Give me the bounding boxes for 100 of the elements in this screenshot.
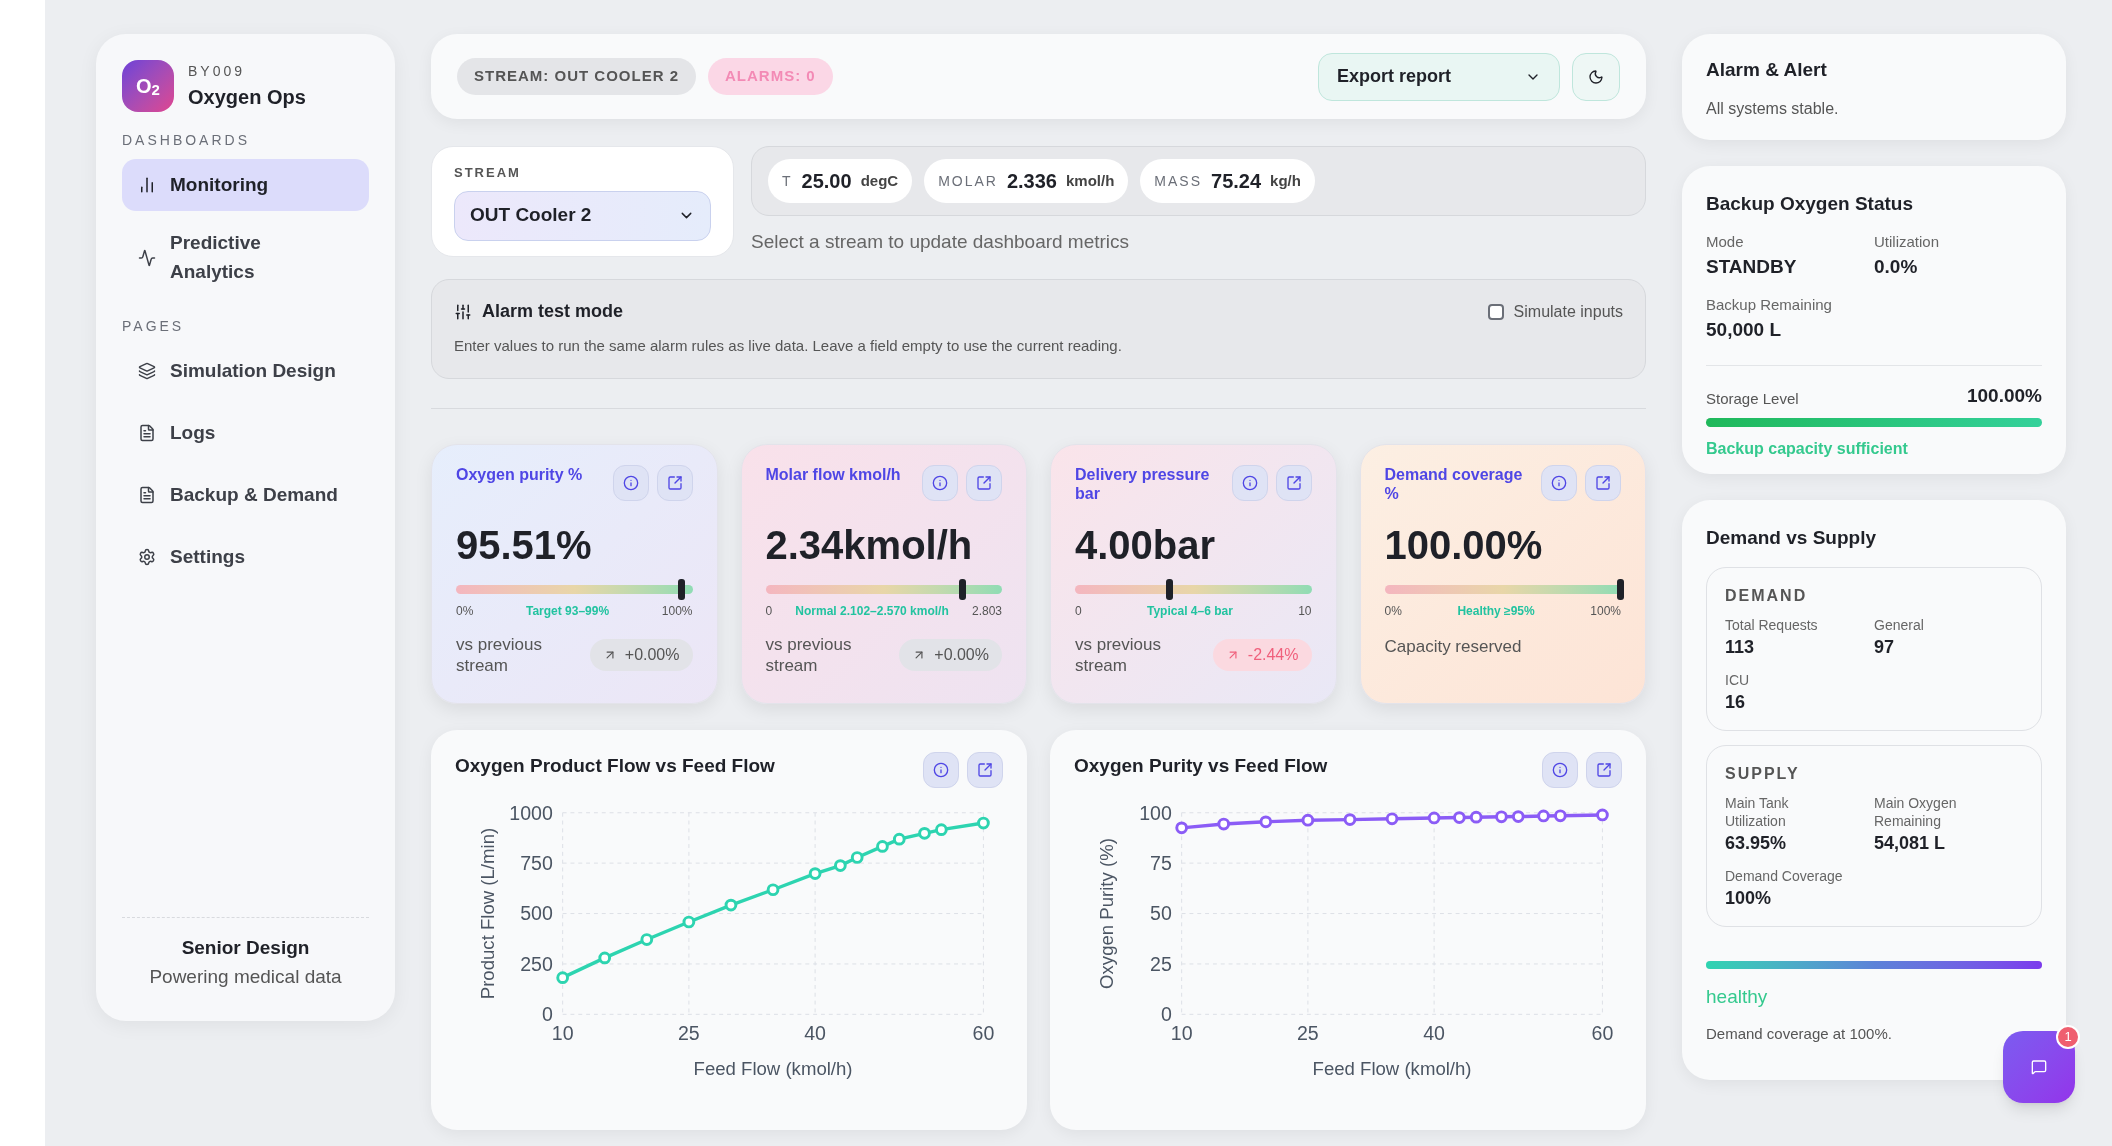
- section-title: DASHBOARDS: [122, 131, 252, 150]
- stream-select[interactable]: OUT Cooler 2: [454, 190, 711, 241]
- info-icon: [1551, 475, 1567, 491]
- backup-title: Backup Oxygen Status: [1706, 192, 1914, 216]
- info-button[interactable]: [923, 752, 959, 788]
- field-label: Demand Coverage: [1725, 866, 1844, 885]
- field-label: Total Requests: [1725, 615, 1819, 634]
- brand-code: BY009: [188, 61, 247, 81]
- x-axis-label: Feed Flow (kmol/h): [693, 1058, 853, 1079]
- slider-thumb[interactable]: [958, 579, 966, 600]
- metric-value: 100.00%: [1384, 522, 1544, 569]
- backup-status: Backup capacity sufficient: [1706, 439, 1909, 459]
- nav-item[interactable]: Settings: [122, 531, 369, 583]
- scale-max: 2.803: [971, 603, 1002, 620]
- data-point: [808, 867, 822, 880]
- nav-item[interactable]: Monitoring: [122, 159, 369, 211]
- coverage-status: healthy: [1706, 984, 1769, 1009]
- data-point: [682, 915, 696, 929]
- y-tick-label: 0: [1160, 1003, 1172, 1026]
- scale-max: 100%: [661, 603, 693, 620]
- open-external-button[interactable]: [967, 752, 1003, 788]
- pulse-icon: [138, 248, 156, 267]
- data-point: [892, 832, 906, 846]
- readings-hint: Select a stream to update dashboard metrics: [751, 230, 1131, 254]
- slider-thumb[interactable]: [1617, 579, 1624, 600]
- data-point: [1537, 809, 1550, 823]
- sliders-icon: [454, 302, 472, 321]
- y-tick-label: 75: [1150, 852, 1172, 874]
- info-icon: [1241, 475, 1258, 491]
- metric-value: 2.34kmol/h: [765, 522, 974, 569]
- reading-unit: kg/h: [1270, 170, 1301, 191]
- reading-value: 75.24: [1211, 169, 1262, 194]
- info-button[interactable]: [612, 465, 649, 501]
- field-label: Main Oxygen Remaining: [1874, 793, 1958, 830]
- alarm-message: All systems stable.: [1706, 98, 1840, 119]
- info-icon: [1552, 762, 1568, 778]
- field-label: Backup Remaining: [1706, 294, 1833, 315]
- y-tick-label: 50: [1150, 902, 1172, 925]
- comparison-label: vs previous stream: [765, 634, 853, 676]
- footer-title: Senior Design: [181, 936, 310, 960]
- reading-value: 25.00: [801, 169, 852, 194]
- field-value: 63.95%: [1725, 831, 1788, 855]
- field-label: Utilization: [1874, 231, 1941, 252]
- data-point: [1385, 812, 1399, 826]
- logo: O$_{2}$: [122, 60, 174, 112]
- x-tick-label: 10: [551, 1021, 574, 1044]
- field-value: 54,081 L: [1874, 831, 1947, 855]
- brand-name: Oxygen Ops: [188, 84, 306, 110]
- info-button[interactable]: [1542, 752, 1578, 788]
- nav-item[interactable]: Simulation Design: [122, 345, 369, 397]
- open-external-button[interactable]: [1585, 465, 1621, 501]
- data-point: [1453, 811, 1466, 824]
- info-button[interactable]: [1541, 465, 1577, 501]
- open-external-button[interactable]: [1275, 465, 1312, 501]
- data-point: [724, 898, 738, 912]
- chat-button[interactable]: [2003, 1031, 2075, 1103]
- alarms-chip: ALARMS: 0: [708, 58, 833, 95]
- metric-note: Capacity reserved: [1384, 636, 1523, 658]
- metric-title: Demand coverage %: [1384, 465, 1524, 503]
- layers-icon: [138, 362, 156, 380]
- nav-item[interactable]: Logs: [122, 407, 369, 459]
- field-value: 50,000 L: [1706, 318, 1782, 342]
- footer-subtitle: Powering medical data: [149, 964, 342, 989]
- x-tick-label: 25: [1297, 1021, 1319, 1044]
- metric-value: 95.51%: [456, 522, 593, 569]
- field-label: General: [1874, 615, 1925, 634]
- storage-label: Storage Level: [1706, 388, 1799, 409]
- data-point: [556, 971, 569, 984]
- theme-toggle-button[interactable]: [1572, 52, 1620, 101]
- nav-item[interactable]: Predictive Analytics: [122, 221, 369, 294]
- open-external-button[interactable]: [966, 465, 1002, 501]
- data-point: [1217, 817, 1231, 831]
- data-point: [850, 851, 864, 864]
- metric-value: 4.00bar: [1075, 522, 1217, 569]
- y-tick-label: 500: [520, 902, 553, 925]
- moon-icon: [1588, 68, 1604, 85]
- field-label: Mode: [1706, 231, 1745, 252]
- checkbox[interactable]: [1487, 303, 1504, 320]
- data-point: [935, 823, 948, 837]
- data-point: [977, 816, 990, 830]
- simulate-inputs-checkbox[interactable]: Simulate inputs: [1487, 299, 1623, 324]
- export-report-button[interactable]: Export report: [1318, 52, 1560, 101]
- info-button[interactable]: [1231, 465, 1268, 501]
- document-icon: [138, 424, 156, 442]
- metric-title: Oxygen purity %: [456, 465, 584, 484]
- external-link-icon: [1285, 475, 1302, 491]
- reading-unit: degC: [860, 170, 899, 191]
- open-external-button[interactable]: [1586, 752, 1622, 788]
- info-button[interactable]: [922, 465, 958, 501]
- nav-item[interactable]: Backup & Demand: [122, 469, 369, 521]
- open-external-button[interactable]: [656, 465, 693, 501]
- scale-min: 0%: [456, 603, 474, 620]
- delta-chip: +0.00%: [899, 639, 1002, 671]
- slider-thumb[interactable]: [1165, 579, 1173, 600]
- section-title: PAGES: [122, 317, 186, 336]
- slider-thumb[interactable]: [677, 579, 685, 600]
- data-point: [1259, 815, 1273, 829]
- alarm-test-title: Alarm test mode: [482, 300, 624, 323]
- notification-badge: 1: [2056, 1025, 2080, 1049]
- info-icon: [933, 762, 949, 778]
